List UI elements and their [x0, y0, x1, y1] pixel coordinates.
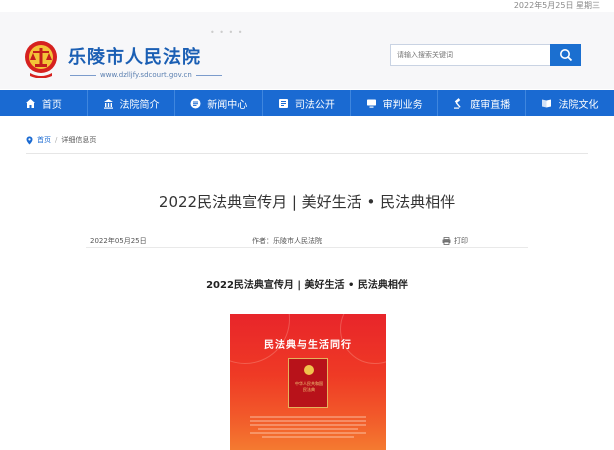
gavel-icon [454, 97, 461, 109]
article-poster-image: 民法典与生活同行 中华人民共和国 民法典 [230, 314, 386, 450]
book-icon [542, 99, 552, 107]
nav-item-court-culture[interactable]: 法院文化 [526, 90, 614, 116]
url-rule-left [70, 74, 96, 76]
meta-divider [86, 247, 528, 248]
monitor-icon [366, 99, 376, 108]
poster-body-text [250, 414, 366, 440]
nav-item-live-trial[interactable]: 庭审直播 [438, 90, 527, 116]
building-icon [103, 98, 113, 109]
national-emblem-icon [304, 365, 314, 375]
nav-label: 新闻中心 [207, 99, 248, 111]
search-input[interactable] [390, 44, 550, 66]
article-title: 2022民法典宣传月 | 美好生活 • 民法典相伴 [158, 193, 456, 211]
search-icon [559, 49, 572, 62]
print-label: 打印 [454, 237, 468, 245]
nav-label: 庭审直播 [470, 99, 511, 111]
location-pin-icon [26, 136, 33, 144]
nav-item-home[interactable]: 首页 [0, 90, 88, 116]
site-header: • • • • 乐陵市人民法院 www.dzlljfy.sdcourt.gov.… [0, 12, 614, 89]
article-date: 2022年05月25日 [90, 237, 147, 245]
nav-item-news[interactable]: 新闻中心 [175, 90, 264, 116]
news-icon [190, 98, 201, 108]
document-icon [278, 98, 288, 108]
main-nav: 首页 法院简介 新闻中心 司法公开 审判业务 庭审直播 法院文化 [0, 90, 614, 116]
breadcrumb: 首页 / 详细信息页 [26, 135, 96, 145]
content-divider [26, 153, 588, 154]
nav-item-judicial-openness[interactable]: 司法公开 [263, 90, 351, 116]
search-button[interactable] [550, 44, 581, 66]
nav-item-about[interactable]: 法院简介 [88, 90, 176, 116]
poster-title: 民法典与生活同行 [264, 340, 352, 351]
current-date: 2022年5月25日 星期三 [513, 1, 600, 10]
search-box [390, 44, 581, 66]
printer-icon [442, 237, 451, 245]
nav-item-trial-business[interactable]: 审判业务 [351, 90, 439, 116]
decor-dots: • • • • [210, 28, 244, 37]
top-bar: 2022年5月25日 星期三 [0, 0, 614, 12]
book-cover-text: 中华人民共和国 民法典 [295, 381, 323, 392]
site-title: 乐陵市人民法院 [68, 47, 201, 68]
article-author: 作者：乐陵市人民法院 [252, 237, 322, 245]
nav-label: 审判业务 [382, 99, 423, 111]
url-rule-right [195, 74, 222, 76]
nav-label: 法院文化 [558, 99, 599, 111]
breadcrumb-separator: / [55, 136, 58, 144]
court-emblem-icon [25, 41, 57, 78]
civil-code-book: 中华人民共和国 民法典 [288, 358, 328, 408]
print-button[interactable]: 打印 [442, 236, 468, 246]
site-url: www.dzlljfy.sdcourt.gov.cn [70, 71, 222, 79]
home-icon [25, 98, 35, 108]
nav-label: 首页 [41, 99, 62, 111]
nav-label: 法院简介 [119, 99, 160, 111]
url-text: www.dzlljfy.sdcourt.gov.cn [100, 71, 192, 79]
breadcrumb-current: 详细信息页 [61, 136, 97, 144]
breadcrumb-home-link[interactable]: 首页 [37, 135, 51, 145]
nav-label: 司法公开 [294, 99, 335, 111]
article-subtitle: 2022民法典宣传月 | 美好生活 • 民法典相伴 [206, 280, 408, 291]
